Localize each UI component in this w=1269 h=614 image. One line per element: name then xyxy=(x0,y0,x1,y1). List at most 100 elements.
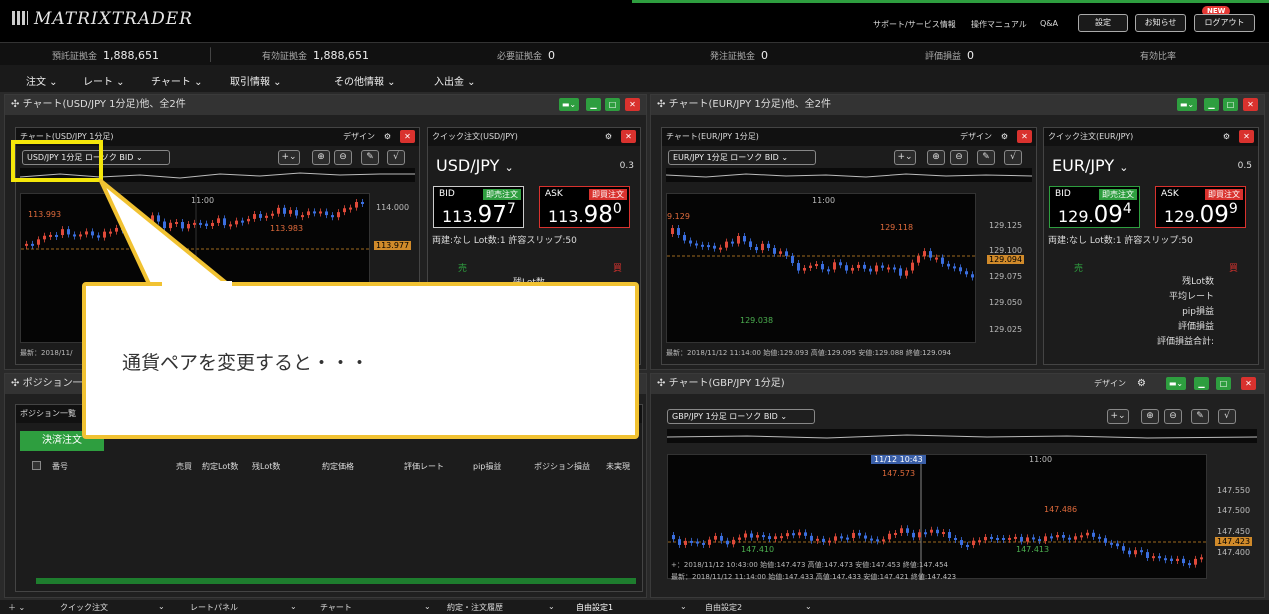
window-menu-button[interactable]: ▬⌄ xyxy=(1177,98,1197,111)
bottom-tab-active[interactable]: 自由設定1 xyxy=(576,602,613,613)
chart-close-button[interactable]: ✕ xyxy=(400,130,415,143)
move-handle-icon[interactable]: ✣ xyxy=(11,378,19,389)
settings-button[interactable]: 設定 xyxy=(1078,14,1128,32)
minimize-button[interactable]: ▁ xyxy=(586,98,601,111)
stat-pl: 評価損益 xyxy=(1177,322,1214,332)
bottom-tab[interactable]: 約定・注文履歴 xyxy=(447,602,503,613)
pane-title: チャート(USD/JPY 1分足)他、全2件 xyxy=(22,99,186,110)
pair-name[interactable]: EUR/JPY ⌄ xyxy=(1052,156,1128,175)
col-remaining-lot[interactable]: 残Lot数 xyxy=(252,461,280,472)
window-menu-button[interactable]: ▬⌄ xyxy=(559,98,579,111)
crosshair-tool[interactable]: +⌄ xyxy=(278,150,300,165)
tab-menu-icon[interactable]: ⌄ xyxy=(805,602,812,611)
candle-body xyxy=(785,251,788,256)
move-handle-icon[interactable]: ✣ xyxy=(657,378,665,389)
minimize-button[interactable]: ▁ xyxy=(1204,98,1219,111)
col-price[interactable]: 約定価格 xyxy=(322,461,354,472)
close-button[interactable]: ✕ xyxy=(1241,377,1256,390)
gear-icon[interactable]: ⚙ xyxy=(1001,128,1008,146)
add-tab-button[interactable]: ＋ ⌄ xyxy=(8,602,25,613)
indicator-icon[interactable]: √ xyxy=(1004,150,1022,165)
gear-icon[interactable]: ⚙ xyxy=(1137,374,1146,394)
manual-link[interactable]: 操作マニュアル xyxy=(971,19,1027,30)
tab-menu-icon[interactable]: ⌄ xyxy=(158,602,165,611)
ask-label: ASK xyxy=(545,189,563,199)
bottom-tab[interactable]: チャート xyxy=(320,602,352,613)
design-label[interactable]: デザイン xyxy=(1094,374,1126,394)
select-all-checkbox[interactable] xyxy=(32,461,41,470)
pair-selector[interactable]: EUR/JPY 1分足 ローソク BID ⌄ xyxy=(668,150,816,165)
design-label[interactable]: デザイン xyxy=(960,128,992,146)
navigator-bar[interactable] xyxy=(667,429,1257,443)
gear-icon[interactable]: ⚙ xyxy=(605,128,612,146)
zoom-out-icon[interactable]: ⊖ xyxy=(334,150,352,165)
maximize-button[interactable]: □ xyxy=(1216,377,1231,390)
notice-button[interactable]: お知らせ xyxy=(1135,14,1186,32)
pair-selector[interactable]: GBP/JPY 1分足 ローソク BID ⌄ xyxy=(667,409,815,424)
eurjpy-chart-panel: チャート(EUR/JPY 1分足) デザイン ⚙ ✕ EUR/JPY 1分足 ロ… xyxy=(661,127,1037,365)
col-unrealized[interactable]: 未実現 xyxy=(606,461,630,472)
menu-trade-info[interactable]: 取引情報 ⌄ xyxy=(230,73,282,88)
bottom-tab[interactable]: クイック注文 xyxy=(60,602,108,613)
candle-body xyxy=(942,532,945,535)
tab-menu-icon[interactable]: ⌄ xyxy=(424,602,431,611)
minimize-button[interactable]: ▁ xyxy=(1194,377,1209,390)
pair-name[interactable]: USD/JPY ⌄ xyxy=(436,156,514,175)
ask-button[interactable]: ASK 即買注文 113.980 xyxy=(539,186,630,228)
col-side[interactable]: 売買 xyxy=(176,461,192,472)
maximize-button[interactable]: □ xyxy=(605,98,620,111)
navigator-bar[interactable] xyxy=(666,168,1032,182)
col-pl[interactable]: ポジション損益 xyxy=(534,461,590,472)
pencil-icon[interactable]: ✎ xyxy=(361,150,379,165)
tab-menu-icon[interactable]: ⌄ xyxy=(680,602,687,611)
zoom-out-icon[interactable]: ⊖ xyxy=(1164,409,1182,424)
qa-link[interactable]: Q&A xyxy=(1040,19,1058,28)
close-button[interactable]: ✕ xyxy=(625,98,640,111)
col-rate[interactable]: 評価レート xyxy=(404,461,444,472)
bottom-tab[interactable]: レートパネル xyxy=(190,602,238,613)
pencil-icon[interactable]: ✎ xyxy=(1191,409,1209,424)
account-label: 預託証拠金 xyxy=(52,52,98,62)
gear-icon[interactable]: ⚙ xyxy=(1223,128,1230,146)
col-lot[interactable]: 約定Lot数 xyxy=(202,461,238,472)
ask-button[interactable]: ASK 即買注文 129.099 xyxy=(1155,186,1246,228)
pencil-icon[interactable]: ✎ xyxy=(977,150,995,165)
bid-button[interactable]: BID 即売注文 113.977 xyxy=(433,186,524,228)
design-label[interactable]: デザイン xyxy=(343,128,375,146)
gear-icon[interactable]: ⚙ xyxy=(384,128,391,146)
support-link[interactable]: サポート/サービス情報 xyxy=(873,19,956,30)
bottom-tab[interactable]: 自由設定2 xyxy=(705,602,742,613)
positions-tab[interactable]: ポジション一覧 xyxy=(20,409,76,418)
close-button[interactable]: ✕ xyxy=(1243,98,1258,111)
eurjpy-pane: ✣ チャート(EUR/JPY 1分足)他、全2件 ▬⌄ ▁ □ ✕ チャート(E… xyxy=(650,94,1265,370)
window-menu-button[interactable]: ▬⌄ xyxy=(1166,377,1186,390)
bid-button[interactable]: BID 即売注文 129.094 xyxy=(1049,186,1140,228)
menu-order[interactable]: 注文 ⌄ xyxy=(26,73,58,88)
zoom-in-icon[interactable]: ⊕ xyxy=(312,150,330,165)
candle-body xyxy=(1086,532,1089,536)
menu-chart[interactable]: チャート ⌄ xyxy=(151,73,202,88)
indicator-icon[interactable]: √ xyxy=(387,150,405,165)
menu-deposit[interactable]: 入出金 ⌄ xyxy=(434,73,476,88)
col-number[interactable]: 番号 xyxy=(52,461,68,472)
crosshair-tool[interactable]: +⌄ xyxy=(894,150,916,165)
zoom-out-icon[interactable]: ⊖ xyxy=(950,150,968,165)
zoom-in-icon[interactable]: ⊕ xyxy=(927,150,945,165)
indicator-icon[interactable]: √ xyxy=(1218,409,1236,424)
move-handle-icon[interactable]: ✣ xyxy=(657,99,665,110)
tab-menu-icon[interactable]: ⌄ xyxy=(548,602,555,611)
menu-other-info[interactable]: その他情報 ⌄ xyxy=(334,73,396,88)
zoom-in-icon[interactable]: ⊕ xyxy=(1141,409,1159,424)
menu-rate[interactable]: レート ⌄ xyxy=(83,73,125,88)
quick-close-button[interactable]: ✕ xyxy=(621,130,636,143)
eurjpy-chart-plot[interactable] xyxy=(666,193,977,343)
logout-button[interactable]: ログアウト xyxy=(1194,14,1255,32)
crosshair-tool[interactable]: +⌄ xyxy=(1107,409,1129,424)
chart-close-button[interactable]: ✕ xyxy=(1017,130,1032,143)
col-pip[interactable]: pip損益 xyxy=(473,461,501,472)
horizontal-scrollbar[interactable] xyxy=(36,578,636,584)
maximize-button[interactable]: □ xyxy=(1223,98,1238,111)
quick-close-button[interactable]: ✕ xyxy=(1239,130,1254,143)
tab-menu-icon[interactable]: ⌄ xyxy=(290,602,297,611)
move-handle-icon[interactable]: ✣ xyxy=(11,99,19,110)
